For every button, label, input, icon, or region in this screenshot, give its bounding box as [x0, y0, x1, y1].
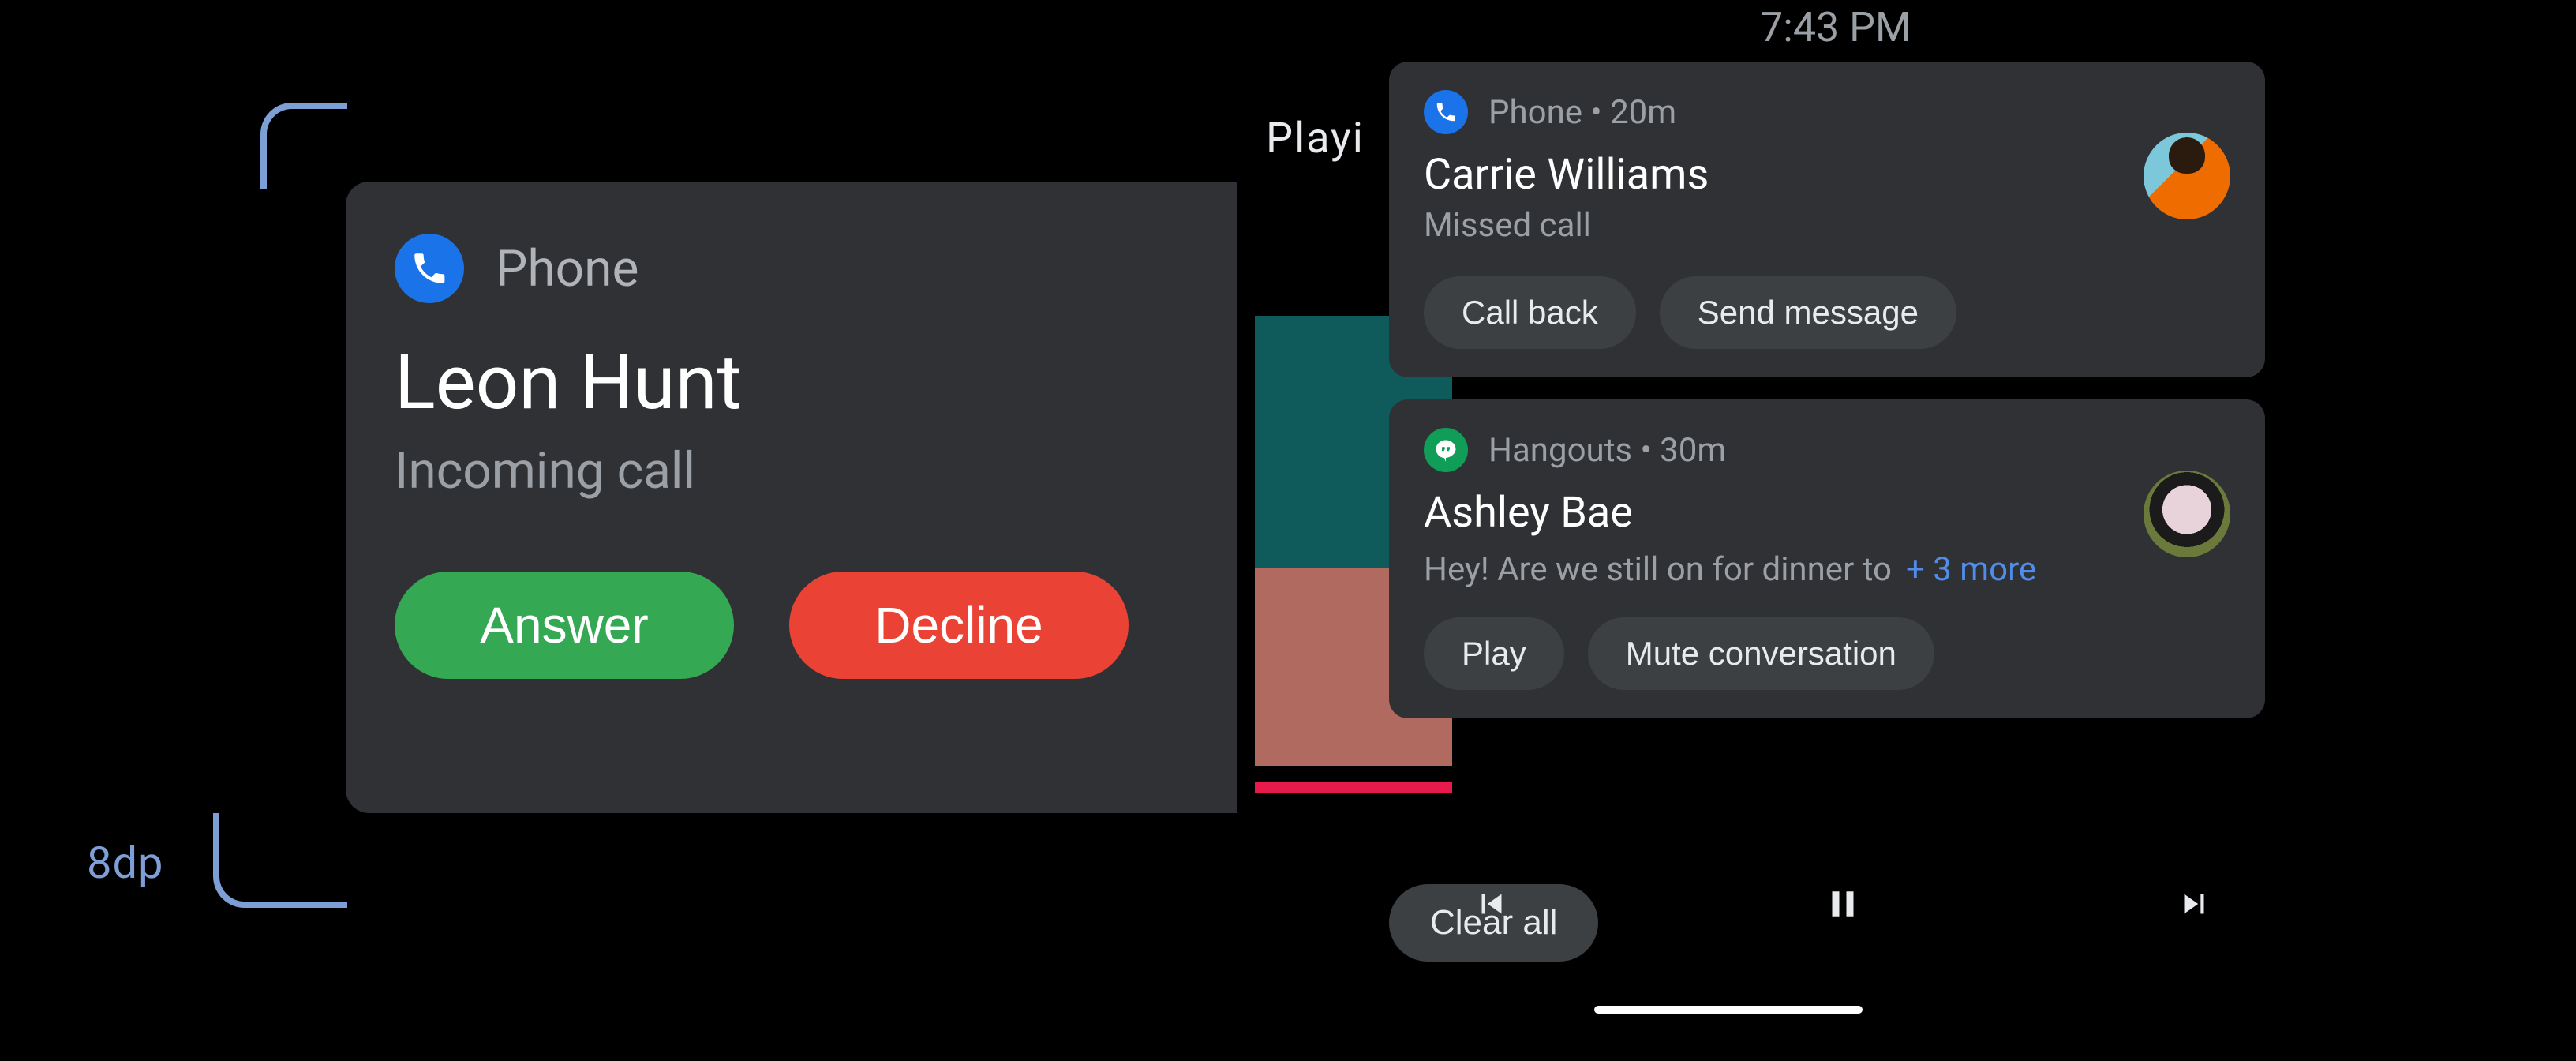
notification-meta: Phone • 20m	[1488, 93, 1676, 132]
hangouts-icon	[1424, 428, 1468, 472]
call-actions: Answer Decline	[395, 572, 1189, 679]
play-button[interactable]: Play	[1424, 617, 1564, 690]
annotation-bracket-bottom	[213, 813, 347, 908]
notification-card[interactable]: Hangouts • 30m Ashley Bae Hey! Are we st…	[1389, 399, 2265, 718]
avatar	[2144, 133, 2230, 219]
home-indicator[interactable]	[1594, 1006, 1863, 1014]
media-controls	[1468, 880, 2218, 928]
notification-time: 20m	[1610, 93, 1676, 132]
notification-center: Playi 7:43 PM Phone • 20m Carrie William…	[1255, 0, 2576, 1061]
notification-actions: Play Mute conversation	[1424, 617, 2230, 690]
incoming-call-header: Phone	[395, 234, 1189, 303]
decline-button[interactable]: Decline	[789, 572, 1129, 679]
phone-icon	[1424, 90, 1468, 134]
annotation-padding-label: 8dp	[87, 837, 164, 889]
notification-header: Phone • 20m	[1424, 90, 2230, 134]
incoming-call-app-label: Phone	[496, 239, 638, 298]
notification-title: Carrie Williams	[1424, 150, 2230, 200]
incoming-call-card: Phone Leon Hunt Incoming call Answer Dec…	[346, 182, 1237, 813]
notification-more-link[interactable]: + 3 more	[1906, 550, 2036, 589]
notification-time: 30m	[1660, 431, 1726, 470]
answer-button[interactable]: Answer	[395, 572, 734, 679]
notification-list: Phone • 20m Carrie Williams Missed call …	[1389, 62, 2265, 718]
notification-subtitle: Missed call	[1424, 206, 1591, 245]
notification-card[interactable]: Phone • 20m Carrie Williams Missed call …	[1389, 62, 2265, 377]
notification-subtitle: Hey! Are we still on for dinner to	[1424, 550, 1892, 589]
caller-name: Leon Hunt	[395, 339, 1189, 427]
call-status: Incoming call	[395, 441, 1189, 501]
notification-header: Hangouts • 30m	[1424, 428, 2230, 472]
send-message-button[interactable]: Send message	[1660, 276, 1956, 349]
progress-line	[1255, 782, 1452, 793]
annotation-bracket-top	[260, 103, 347, 189]
call-back-button[interactable]: Call back	[1424, 276, 1636, 349]
notification-app-name: Hangouts	[1488, 431, 1632, 470]
pause-icon[interactable]	[1819, 880, 1866, 928]
phone-icon	[395, 234, 464, 303]
notification-meta: Hangouts • 30m	[1488, 431, 1726, 470]
now-playing-label-partial: Playi	[1266, 114, 1365, 163]
notification-actions: Call back Send message	[1424, 276, 2230, 349]
status-bar-clock: 7:43 PM	[1760, 3, 1911, 51]
skip-previous-icon[interactable]	[1468, 880, 1515, 928]
notification-title: Ashley Bae	[1424, 488, 2230, 538]
skip-next-icon[interactable]	[2170, 880, 2218, 928]
avatar	[2144, 471, 2230, 557]
notification-app-name: Phone	[1488, 93, 1582, 132]
mute-conversation-button[interactable]: Mute conversation	[1588, 617, 1934, 690]
